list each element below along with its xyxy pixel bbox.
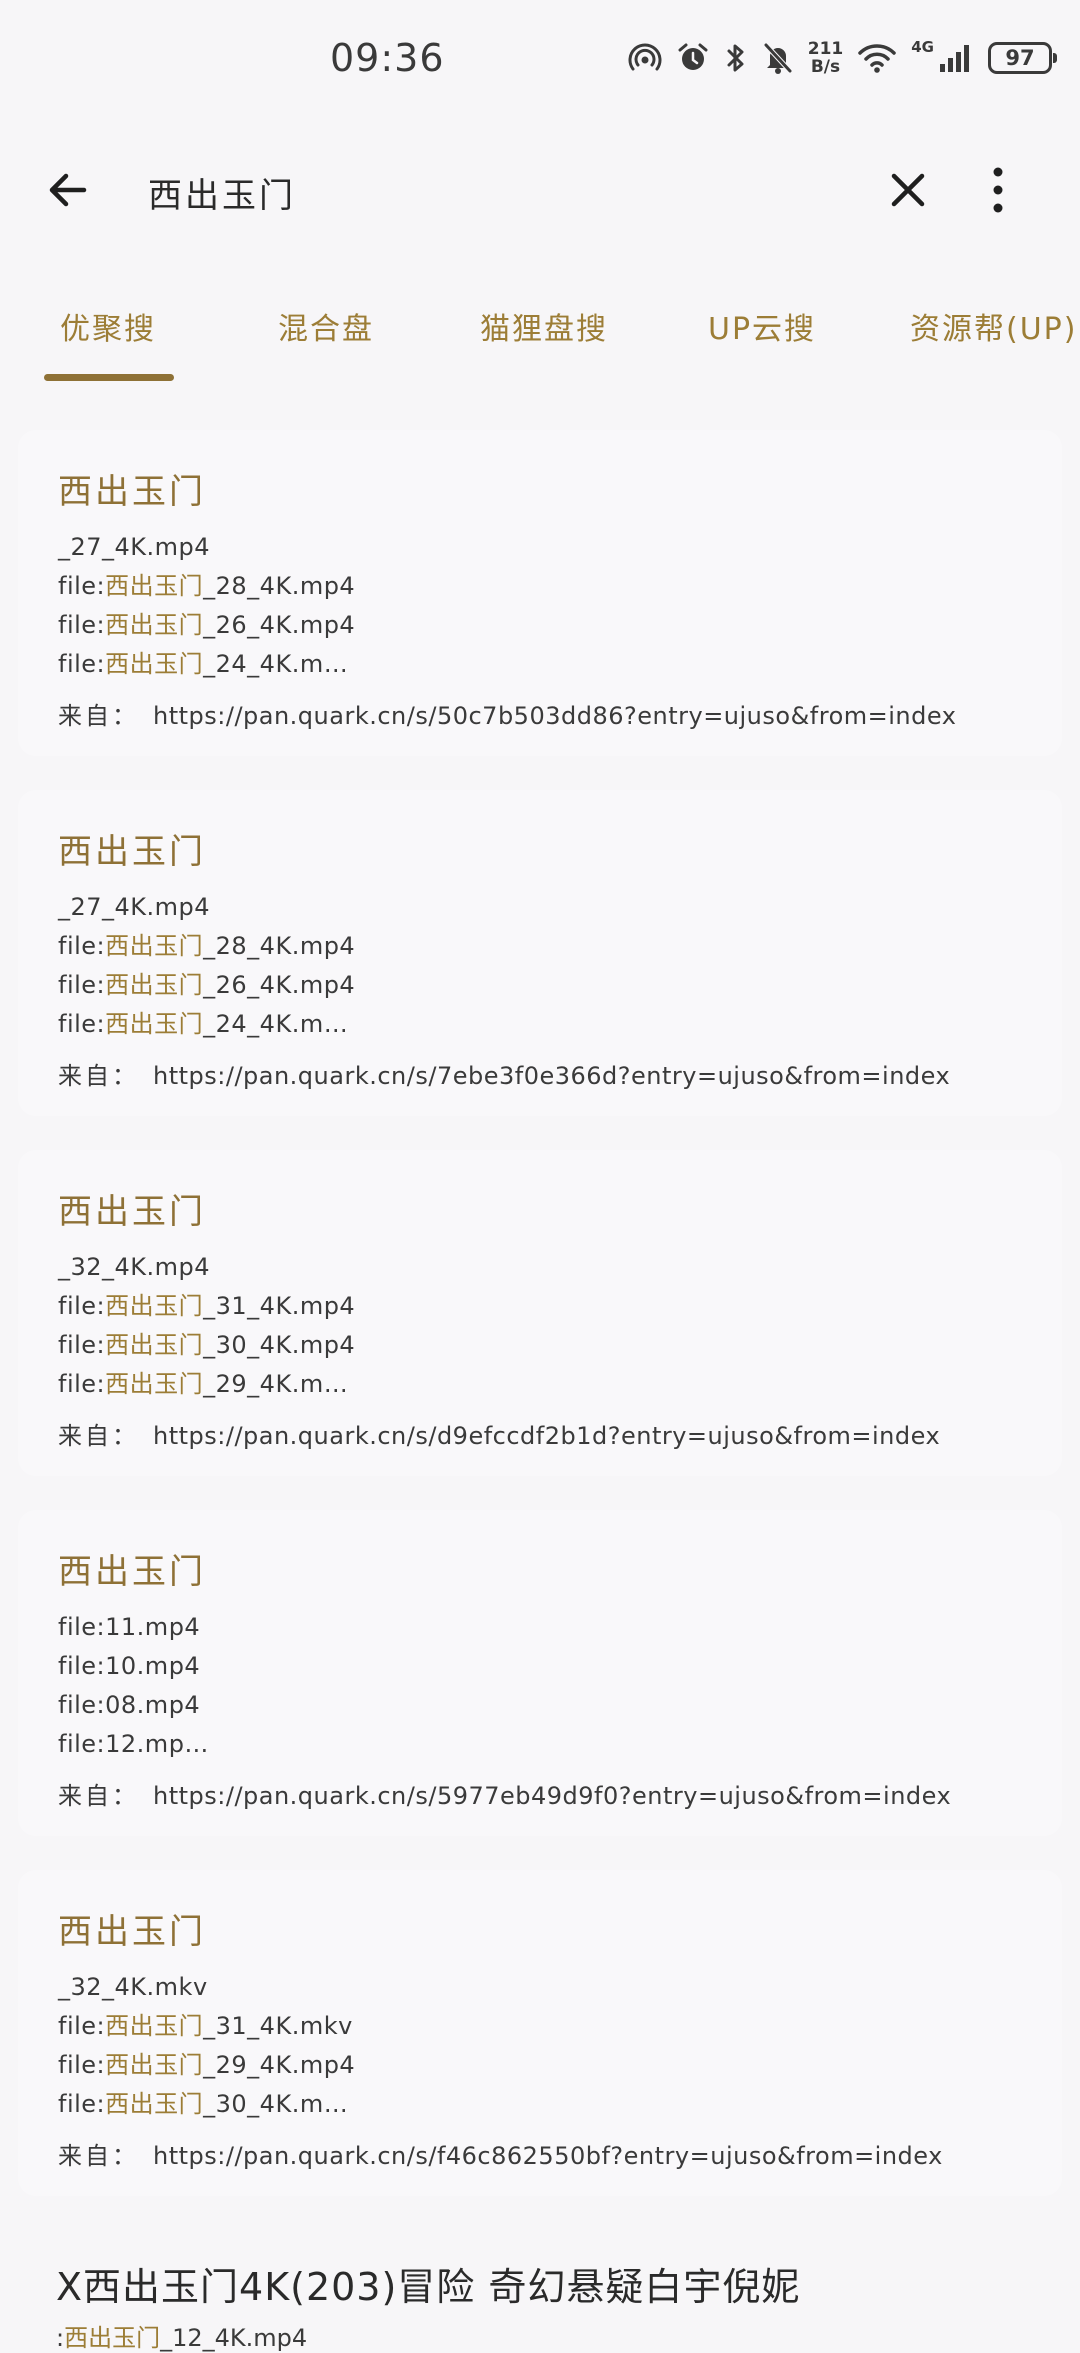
file-line: file:西出玉门_28_4K.mp4 (58, 572, 356, 600)
result-title: 西出玉门 (58, 832, 206, 872)
tab-upyunsou[interactable]: UP云搜 (708, 304, 816, 348)
net-speed-unit: B/s (810, 57, 841, 77)
signal-icon (938, 42, 974, 74)
source-tabs: 优聚搜 混合盘 猫狸盘搜 UP云搜 资源帮(UP) (0, 290, 1080, 390)
file-line: file:西出玉门_30_4K.mp4 (58, 1331, 356, 1359)
result-source: 来自： https://pan.quark.cn/s/f46c862550bf?e… (58, 2136, 1062, 2171)
file-line: file:11.mp4 (58, 1613, 201, 1641)
file-line: file:西出玉门_29_4K.m… (58, 1370, 349, 1398)
source-label: 来自： (58, 1782, 139, 1810)
status-time: 09:36 (330, 36, 445, 80)
hotspot-icon (628, 41, 662, 75)
search-toolbar: 西出玉门 (0, 140, 1080, 240)
file-line: file:西出玉门_29_4K.mp4 (58, 2051, 356, 2079)
status-icons: 211 B/s 4G 97 (628, 34, 1057, 82)
search-input[interactable]: 西出玉门 (148, 168, 296, 217)
result-title: 西出玉门 (58, 1552, 206, 1592)
source-url[interactable]: https://pan.quark.cn/s/50c7b503dd86?entr… (153, 702, 956, 730)
alarm-icon (676, 41, 710, 75)
bluetooth-icon (724, 41, 748, 75)
more-options-button[interactable] (978, 162, 1018, 218)
file-line: file:西出玉门_31_4K.mp4 (58, 1292, 356, 1320)
battery-level: 97 (1005, 46, 1035, 70)
more-vertical-icon (993, 167, 1003, 213)
result-card[interactable]: 西出玉门 _32_4K.mp4 file:西出玉门_31_4K.mp4 file… (18, 1150, 1062, 1476)
source-label: 来自： (58, 702, 139, 730)
partial-result-title[interactable]: X西出玉门4K(203)冒险 奇幻悬疑白宇倪妮 (56, 2256, 800, 2311)
tab-maolipansou[interactable]: 猫狸盘搜 (480, 304, 608, 348)
result-title: 西出玉门 (58, 1192, 206, 1232)
partial-result-line: :西出玉门_12_4K.mp4 (56, 2324, 308, 2352)
net-speed: 211 B/s (808, 40, 844, 76)
source-label: 来自： (58, 1422, 139, 1450)
result-source: 来自： https://pan.quark.cn/s/7ebe3f0e366d?e… (58, 1056, 1062, 1091)
file-line: file:西出玉门_30_4K.m… (58, 2090, 349, 2118)
close-icon (891, 173, 925, 207)
file-line: _32_4K.mp4 (58, 1253, 211, 1281)
active-tab-indicator (44, 374, 174, 381)
file-line: file:西出玉门_31_4K.mkv (58, 2012, 353, 2040)
source-label: 来自： (58, 2142, 139, 2170)
file-line: _27_4K.mp4 (58, 533, 211, 561)
result-source: 来自： https://pan.quark.cn/s/50c7b503dd86?e… (58, 696, 1062, 731)
file-line: _32_4K.mkv (58, 1973, 208, 2001)
battery-indicator: 97 (988, 42, 1057, 74)
file-line: file:西出玉门_28_4K.mp4 (58, 932, 356, 960)
source-url[interactable]: https://pan.quark.cn/s/f46c862550bf?entr… (153, 2142, 943, 2170)
file-line: file:12.mp… (58, 1730, 209, 1758)
tab-ziyuanbang[interactable]: 资源帮(UP) (910, 304, 1077, 348)
file-line: file:西出玉门_26_4K.mp4 (58, 971, 356, 999)
wifi-icon (857, 42, 897, 74)
result-source: 来自： https://pan.quark.cn/s/5977eb49d9f0?e… (58, 1776, 1062, 1811)
tab-youjusou[interactable]: 优聚搜 (60, 304, 156, 348)
result-card[interactable]: 西出玉门 _32_4K.mkv file:西出玉门_31_4K.mkv file… (18, 1870, 1062, 2196)
source-url[interactable]: https://pan.quark.cn/s/7ebe3f0e366d?entr… (153, 1062, 950, 1090)
file-line: file:西出玉门_26_4K.mp4 (58, 611, 356, 639)
result-card[interactable]: 西出玉门 _27_4K.mp4 file:西出玉门_28_4K.mp4 file… (18, 790, 1062, 1116)
result-source: 来自： https://pan.quark.cn/s/d9efccdf2b1d?e… (58, 1416, 1062, 1451)
tab-hunhepan[interactable]: 混合盘 (278, 304, 374, 348)
file-line: _27_4K.mp4 (58, 893, 211, 921)
result-card[interactable]: 西出玉门 _27_4K.mp4 file:西出玉门_28_4K.mp4 file… (18, 430, 1062, 756)
back-arrow-icon (49, 173, 87, 207)
result-title: 西出玉门 (58, 1912, 206, 1952)
file-line: file:西出玉门_24_4K.m… (58, 1010, 349, 1038)
mute-bell-icon (762, 41, 794, 75)
status-bar: 09:36 211 B/s 4G 97 (0, 0, 1080, 120)
back-button[interactable] (40, 162, 96, 218)
file-line: file:10.mp4 (58, 1652, 201, 1680)
file-line: file:08.mp4 (58, 1691, 201, 1719)
network-type: 4G (911, 38, 934, 56)
net-speed-value: 211 (807, 39, 844, 59)
result-title: 西出玉门 (58, 472, 206, 512)
source-url[interactable]: https://pan.quark.cn/s/d9efccdf2b1d?entr… (153, 1422, 940, 1450)
source-label: 来自： (58, 1062, 139, 1090)
clear-search-button[interactable] (880, 162, 936, 218)
source-url[interactable]: https://pan.quark.cn/s/5977eb49d9f0?entr… (153, 1782, 951, 1810)
file-line: file:西出玉门_24_4K.m… (58, 650, 349, 678)
result-card[interactable]: 西出玉门 file:11.mp4 file:10.mp4 file:08.mp4… (18, 1510, 1062, 1836)
